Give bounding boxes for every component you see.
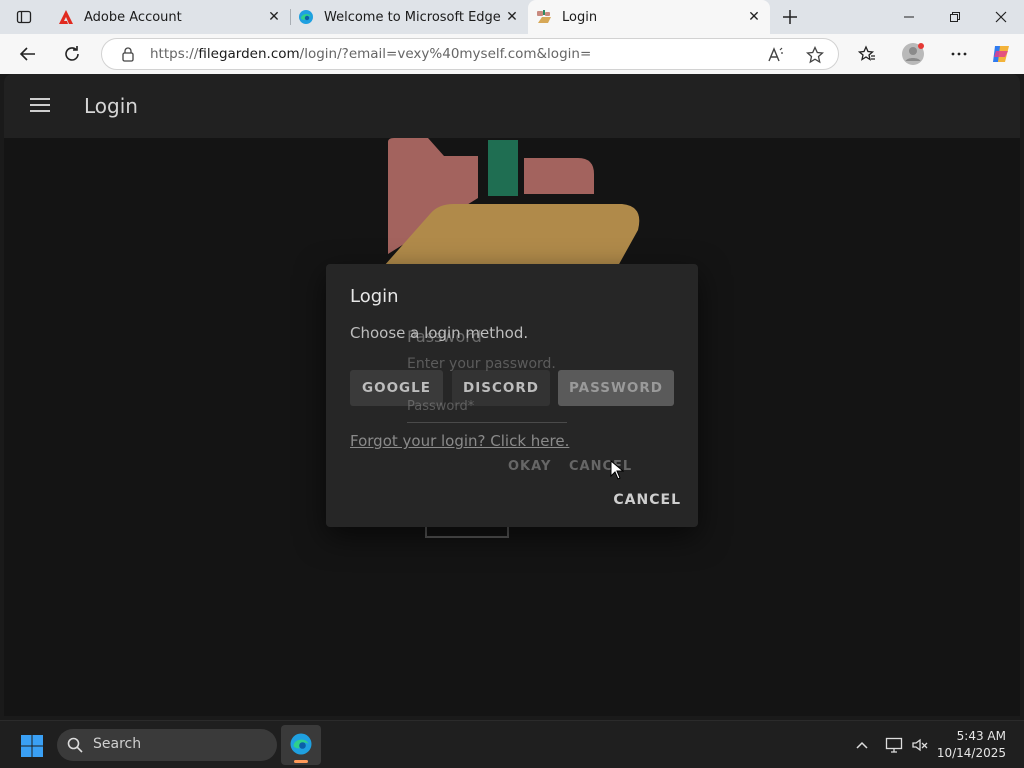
system-clock[interactable]: 5:43 AM 10/14/2025 <box>937 728 1006 762</box>
tab-login[interactable]: Login ✕ <box>528 0 770 34</box>
close-icon[interactable]: ✕ <box>504 9 520 25</box>
browser-toolbar: https://filegarden.com/login/?email=vexy… <box>0 34 1024 74</box>
star-icon <box>806 46 824 64</box>
page-viewport: Login Login Choose a login method. GOOGL… <box>4 74 1020 716</box>
windows-start-icon[interactable] <box>20 734 44 758</box>
favorite-button[interactable] <box>801 41 829 69</box>
url-host: filegarden.com <box>198 46 300 62</box>
logo-stem <box>488 140 518 196</box>
copilot-button[interactable] <box>987 40 1015 68</box>
more-icon <box>951 52 967 56</box>
app-bar: Login <box>4 74 1020 138</box>
tab-bar: Adobe Account ✕ Welcome to Microsoft Edg… <box>0 0 1024 34</box>
favorites-button[interactable] <box>853 40 881 68</box>
copilot-icon <box>993 46 1009 62</box>
url-path: /login/?email=vexy%40myself.com&login= <box>299 46 592 62</box>
minimize-button[interactable] <box>886 0 932 34</box>
filegarden-logo <box>384 138 640 266</box>
url-text[interactable]: https://filegarden.com/login/?email=vexy… <box>150 46 591 62</box>
search-label: Search <box>93 736 142 752</box>
clock-date: 10/14/2025 <box>936 746 1006 760</box>
password-input-underline[interactable] <box>407 422 567 423</box>
edge-icon <box>298 9 314 25</box>
tab-welcome-edge[interactable]: Welcome to Microsoft Edge ✕ <box>290 0 528 34</box>
plus-icon <box>783 10 797 24</box>
address-bar[interactable]: https://filegarden.com/login/?email=vexy… <box>101 38 839 70</box>
tab-actions-button[interactable] <box>8 6 40 28</box>
password-field-label[interactable]: Password* <box>407 399 474 414</box>
show-hidden-icons-button[interactable] <box>852 735 872 755</box>
close-icon <box>995 11 1007 23</box>
tab-label: Welcome to Microsoft Edge <box>324 9 501 25</box>
password-dialog: Password Enter your password. Password* … <box>394 319 674 559</box>
taskbar-edge-button[interactable] <box>281 725 321 765</box>
refresh-icon <box>65 46 79 61</box>
close-icon[interactable]: ✕ <box>746 9 762 25</box>
password-dialog-description: Enter your password. <box>407 356 556 372</box>
settings-menu-button[interactable] <box>945 40 973 68</box>
password-dialog-title: Password <box>407 327 482 346</box>
favorites-icon <box>858 45 875 61</box>
volume-button[interactable] <box>910 735 930 755</box>
url-scheme: https:// <box>150 46 199 62</box>
tab-label: Adobe Account <box>84 9 182 25</box>
close-icon[interactable]: ✕ <box>266 9 282 25</box>
monitor-icon <box>885 737 903 753</box>
back-arrow-icon <box>19 47 35 61</box>
read-aloud-icon <box>768 47 783 62</box>
taskbar-search[interactable]: Search <box>57 729 277 761</box>
edge-icon <box>290 733 312 755</box>
restore-button[interactable] <box>932 0 978 34</box>
read-aloud-button[interactable] <box>762 41 790 69</box>
close-window-button[interactable] <box>978 0 1024 34</box>
lock-icon[interactable] <box>120 46 136 62</box>
display-icon[interactable] <box>884 735 904 755</box>
profile-button[interactable] <box>899 40 927 68</box>
taskbar: Search 5:43 AM 10/14/2025 <box>0 720 1024 768</box>
adobe-icon <box>58 9 74 25</box>
tab-label: Login <box>562 9 598 25</box>
active-app-indicator <box>294 760 308 763</box>
chevron-up-icon <box>856 741 868 749</box>
tab-adobe-account[interactable]: Adobe Account ✕ <box>50 0 290 34</box>
new-tab-button[interactable] <box>778 5 802 29</box>
tab-actions-icon <box>16 10 32 24</box>
filegarden-icon <box>536 9 552 25</box>
okay-button[interactable]: OKAY <box>508 459 551 474</box>
avatar-icon <box>902 43 924 65</box>
volume-muted-icon <box>912 738 928 752</box>
clock-time: 5:43 AM <box>956 729 1006 743</box>
menu-icon[interactable] <box>30 98 50 114</box>
logo-right-folder <box>524 158 594 194</box>
search-icon <box>67 737 83 753</box>
back-button[interactable] <box>14 40 42 68</box>
mouse-cursor-icon <box>610 460 624 480</box>
refresh-button[interactable] <box>58 40 86 68</box>
restore-icon <box>950 12 960 22</box>
app-title: Login <box>84 94 138 118</box>
minimize-icon <box>904 16 914 18</box>
dialog-title: Login <box>350 286 399 307</box>
